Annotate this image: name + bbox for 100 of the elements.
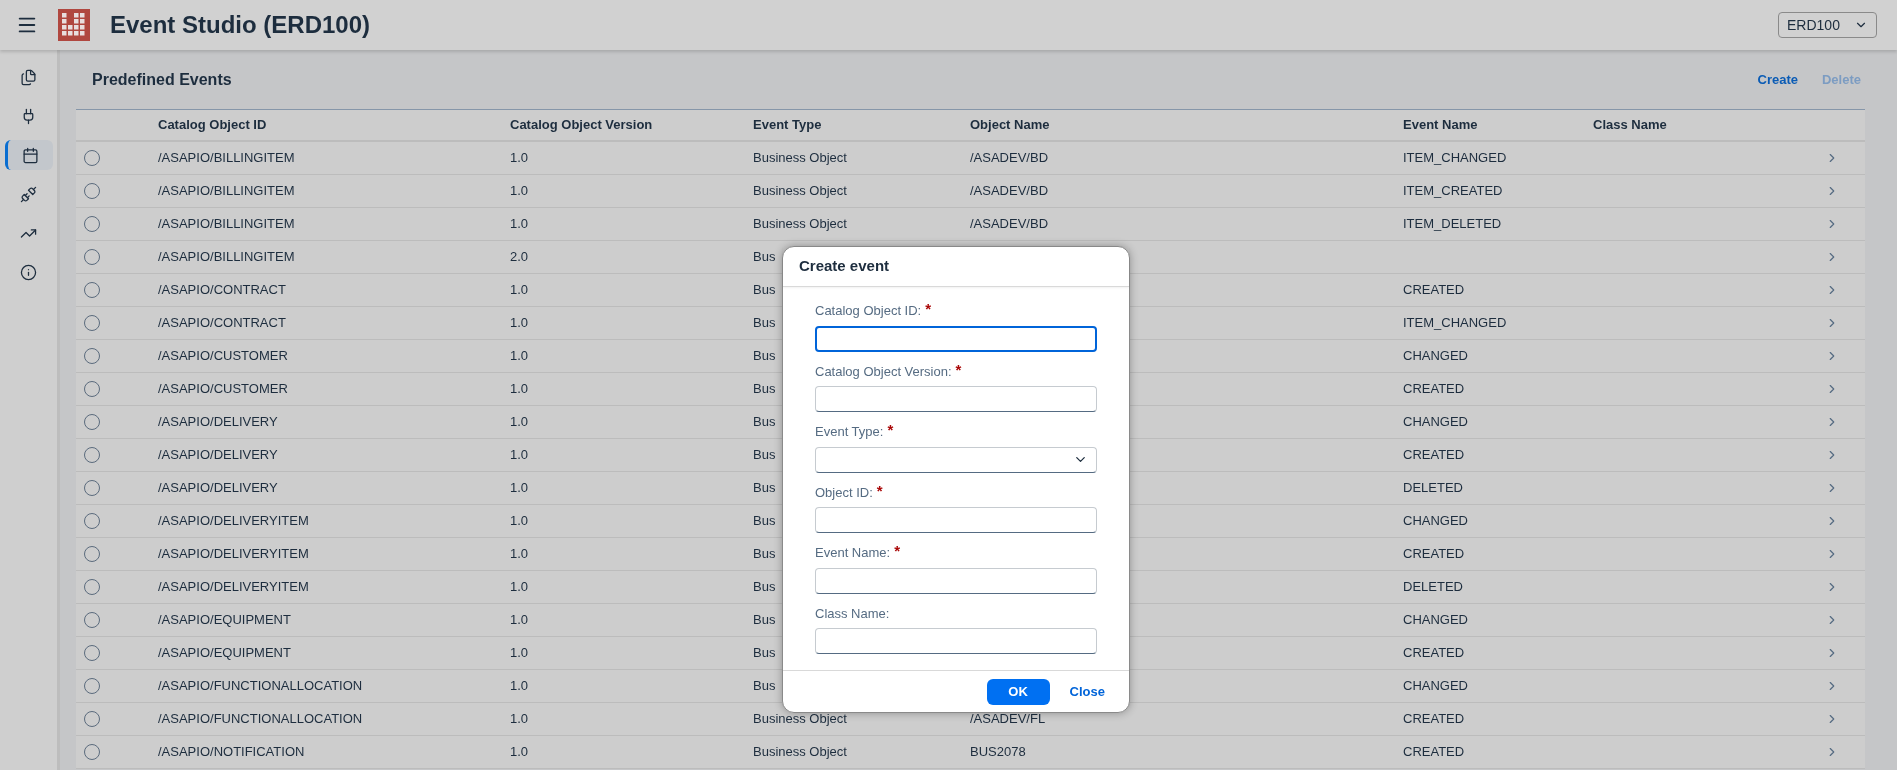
table-cell: CHANGED (1403, 678, 1468, 694)
toolbar-link[interactable]: Create (1757, 69, 1798, 90)
table-cell: /ASAPIO/EQUIPMENT (158, 612, 291, 628)
table-cell: 1.0 (510, 612, 529, 628)
table-cell: CREATED (1403, 546, 1465, 562)
nav-item[interactable] (4, 140, 53, 170)
table-cell: Bus (753, 315, 776, 331)
table-cell: 1.0 (510, 579, 529, 595)
ok-button[interactable]: OK (986, 678, 1050, 705)
table-cell: 1.0 (510, 150, 529, 166)
table-cell: CHANGED (1403, 612, 1468, 628)
field-label: Event Type: * (815, 422, 1097, 442)
table-cell: Bus (753, 546, 776, 562)
table-cell: /ASAPIO/DELIVERY (158, 480, 278, 496)
table-cell: Bus (753, 612, 776, 628)
table-cell: ITEM_CHANGED (1403, 315, 1507, 331)
table-cell: 1.0 (510, 447, 529, 463)
table-cell: BUS2078 (970, 744, 1026, 760)
table-cell: Bus (753, 678, 776, 694)
app-title: Event Studio (ERD100) (110, 10, 371, 40)
table-cell: CHANGED (1403, 513, 1468, 529)
required-asterisk: * (955, 361, 962, 380)
table-cell: 1.0 (510, 711, 529, 727)
table-cell: /ASAPIO/BILLINGITEM (158, 249, 295, 265)
table-cell: 1.0 (510, 678, 529, 694)
table-cell: DELETED (1403, 579, 1463, 595)
table-cell: CREATED (1403, 381, 1465, 397)
table-cell: ITEM_CHANGED (1403, 150, 1507, 166)
table-cell: /ASADEV/FL (970, 711, 1046, 727)
table-cell: Bus (753, 579, 776, 595)
field-label: Catalog Object Version: * (815, 361, 963, 381)
table-cell: ITEM_DELETED (1403, 216, 1502, 232)
table-cell: Business Object (753, 216, 847, 232)
table-cell: CHANGED (1403, 414, 1468, 430)
unplug-icon (20, 185, 37, 203)
table-cell: Bus (753, 447, 776, 463)
table-cell: /ASAPIO/CONTRACT (158, 315, 286, 331)
table-cell: Business Object (753, 711, 847, 727)
table-cell: /ASAPIO/DELIVERY (158, 414, 278, 430)
table-cell: /ASAPIO/DELIVERYITEM (158, 513, 309, 529)
table-cell: Bus (753, 513, 776, 529)
required-asterisk: * (876, 482, 883, 501)
column-header: Event Type (753, 116, 823, 135)
table-cell: /ASAPIO/FUNCTIONALLOCATION (158, 711, 363, 727)
info-icon (20, 263, 37, 281)
table-cell: /ASAPIO/DELIVERYITEM (158, 546, 309, 562)
table-cell: /ASAPIO/CONTRACT (158, 282, 286, 298)
table-cell: 1.0 (510, 414, 529, 430)
select-field[interactable] (815, 446, 1097, 473)
table-cell: /ASAPIO/CUSTOMER (158, 348, 288, 364)
table-cell: 1.0 (510, 546, 529, 562)
table-cell: ITEM_CREATED (1403, 183, 1503, 199)
table-cell: Bus (753, 480, 776, 496)
table-cell: CREATED (1403, 711, 1465, 727)
table-cell: 1.0 (510, 513, 529, 529)
column-header: Event Name (1403, 116, 1479, 135)
table-cell: Bus (753, 381, 776, 397)
table-cell: CREATED (1403, 645, 1465, 661)
files-icon (20, 68, 37, 86)
table-cell: 1.0 (510, 645, 529, 661)
field-label: Object ID: * (815, 482, 884, 502)
table-cell: Business Object (753, 744, 847, 760)
close-button[interactable]: Close (1061, 678, 1113, 705)
panel-title: Predefined Events (92, 69, 232, 90)
table-cell: Business Object (753, 183, 847, 199)
table-cell: /ASAPIO/FUNCTIONALLOCATION (158, 678, 363, 694)
table-cell: Bus (753, 645, 776, 661)
table-cell: /ASADEV/BD (970, 216, 1049, 232)
input-field[interactable] (815, 325, 1097, 352)
table-cell: 1.0 (510, 315, 529, 331)
table-cell: 1.0 (510, 282, 529, 298)
table-cell: CHANGED (1403, 348, 1468, 364)
table-cell: DELETED (1403, 480, 1463, 496)
column-header: Object Name (970, 116, 1051, 135)
table-cell: CREATED (1403, 447, 1465, 463)
table-cell: Bus (753, 348, 776, 364)
table-cell: Bus (753, 249, 776, 265)
field-label: Event Name: * (815, 543, 1097, 563)
table-cell: 1.0 (510, 480, 529, 496)
table-cell: 1.0 (510, 744, 529, 760)
table-cell: /ASAPIO/DELIVERYITEM (158, 579, 309, 595)
table-cell: CREATED (1403, 744, 1465, 760)
table-cell: /ASADEV/BD (970, 150, 1049, 166)
table-cell: Business Object (753, 150, 847, 166)
table-cell: Bus (753, 414, 776, 430)
table-cell: /ASAPIO/DELIVERY (158, 447, 278, 463)
column-header: Catalog Object ID (158, 116, 268, 135)
required-asterisk: * (887, 422, 894, 440)
required-asterisk: * (894, 543, 900, 561)
required-asterisk: * (925, 301, 932, 319)
system-select[interactable]: ERD100 (1778, 12, 1877, 38)
field-label: Class Name: (815, 604, 891, 623)
table-cell: /ASAPIO/CUSTOMER (158, 381, 288, 397)
table-cell: 1.0 (510, 348, 529, 364)
table-cell: /ASAPIO/NOTIFICATION (158, 744, 305, 760)
table-cell: Bus (753, 282, 776, 298)
field-label: Catalog Object ID: * (815, 301, 1097, 321)
column-header: Class Name (1593, 116, 1668, 135)
app-logo (58, 9, 90, 41)
table-cell: 1.0 (510, 216, 529, 232)
